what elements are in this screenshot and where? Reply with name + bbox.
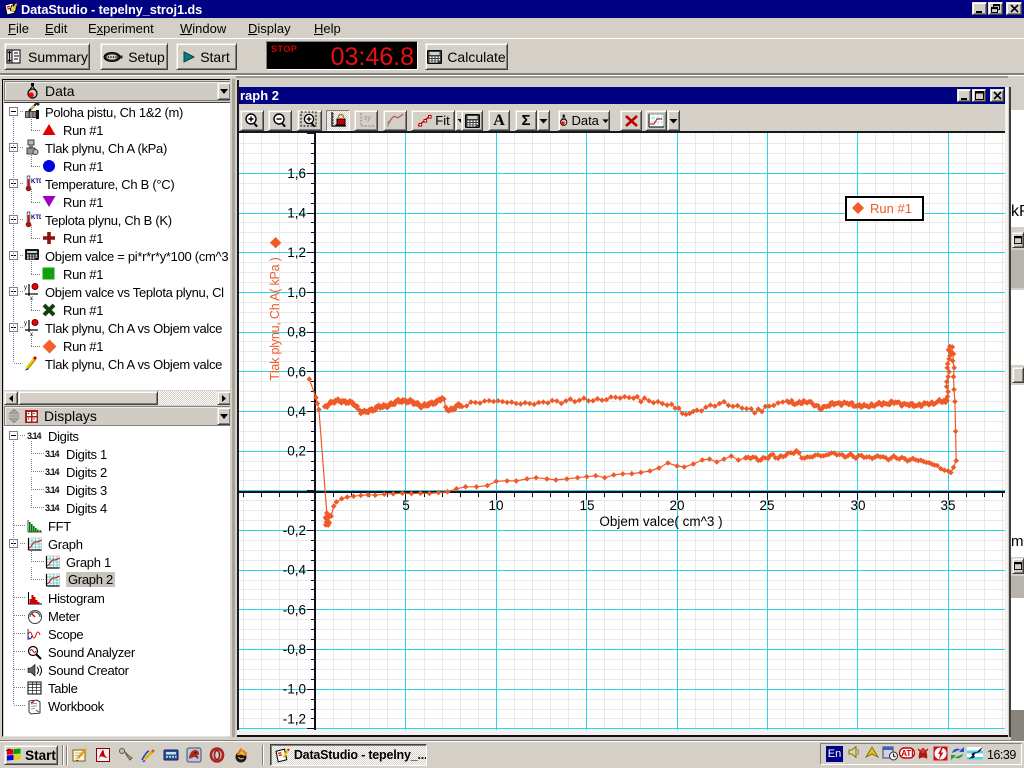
svg-text:10: 10 xyxy=(488,498,503,513)
svg-text:-0,4: -0,4 xyxy=(283,563,307,578)
svg-text:y: y xyxy=(24,321,27,327)
svg-text:Run #1: Run #1 xyxy=(870,201,912,216)
svg-text:-1,0: -1,0 xyxy=(283,682,306,697)
svg-text:Objem valce( cm^3 ): Objem valce( cm^3 ) xyxy=(599,514,722,529)
svg-text:20: 20 xyxy=(669,498,684,513)
svg-text:3.14: 3.14 xyxy=(45,503,60,513)
svg-text:0,4: 0,4 xyxy=(287,404,306,419)
svg-text:y: y xyxy=(24,285,27,291)
svg-text:3.14: 3.14 xyxy=(45,449,60,459)
svg-text:ATI: ATI xyxy=(901,749,913,758)
svg-text:5: 5 xyxy=(402,498,410,513)
svg-text:-0,6: -0,6 xyxy=(283,602,306,617)
svg-text:KTD: KTD xyxy=(31,179,41,185)
svg-text:3.14: 3.14 xyxy=(45,485,60,495)
svg-text:1,6: 1,6 xyxy=(287,166,306,181)
svg-text:KTD: KTD xyxy=(31,215,41,221)
svg-text:30: 30 xyxy=(850,498,865,513)
svg-text:1,2: 1,2 xyxy=(287,245,306,260)
svg-text:0,2: 0,2 xyxy=(287,444,306,459)
svg-text:-1,2: -1,2 xyxy=(283,711,306,726)
svg-text:-0,2: -0,2 xyxy=(283,523,306,538)
svg-text:15: 15 xyxy=(579,498,594,513)
svg-text:1,0: 1,0 xyxy=(287,285,306,300)
svg-text:-0,8: -0,8 xyxy=(283,642,306,657)
svg-text:1,4: 1,4 xyxy=(287,206,306,221)
svg-text:3.14: 3.14 xyxy=(27,431,42,441)
svg-text:0,6: 0,6 xyxy=(287,364,306,379)
svg-text:0,8: 0,8 xyxy=(287,325,306,340)
svg-text:xy: xy xyxy=(363,115,372,122)
svg-text:25: 25 xyxy=(759,498,774,513)
svg-text:Tlak plynu, Ch A( kPa ): Tlak plynu, Ch A( kPa ) xyxy=(268,257,282,380)
svg-text:3.14: 3.14 xyxy=(45,467,60,477)
svg-text:35: 35 xyxy=(940,498,955,513)
